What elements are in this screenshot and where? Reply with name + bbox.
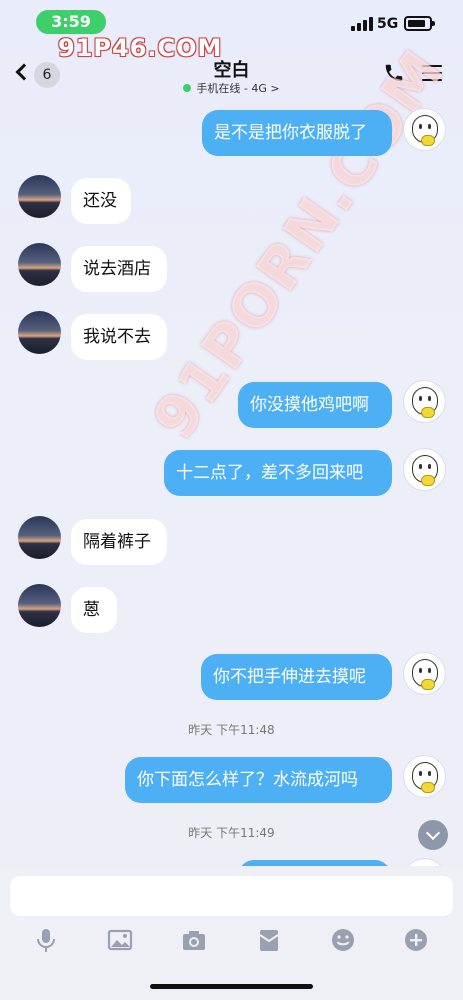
message-bubble-outgoing[interactable]: 你没摸他鸡吧啊 [238, 382, 392, 428]
contact-avatar[interactable] [18, 311, 61, 354]
message-bubble-outgoing[interactable]: 是不是把你衣服脱了 [202, 110, 392, 156]
message-bubble-outgoing[interactable]: 你下面怎么样了？水流成河吗 [125, 757, 392, 803]
my-avatar[interactable] [403, 652, 446, 695]
message-bubble-incoming[interactable]: 隔着裤子 [71, 519, 167, 565]
message-bubble-incoming[interactable]: 还没 [71, 178, 131, 224]
image-icon[interactable] [106, 926, 134, 954]
message-bubble-incoming[interactable]: 我说不去 [71, 314, 167, 360]
status-time[interactable]: 3:59 [36, 10, 106, 34]
microphone-icon[interactable] [32, 926, 60, 954]
signal-icon [351, 17, 373, 31]
home-indicator[interactable] [150, 984, 313, 989]
timestamp: 昨天 下午11:48 [188, 723, 275, 737]
contact-avatar[interactable] [18, 175, 61, 218]
watermark-top: 91P46.COM [58, 34, 223, 62]
plus-icon[interactable] [402, 926, 430, 954]
my-avatar[interactable] [403, 108, 446, 151]
camera-icon[interactable] [180, 926, 208, 954]
emoji-icon[interactable] [329, 926, 357, 954]
my-avatar[interactable] [403, 380, 446, 423]
input-area [0, 866, 463, 1000]
red-packet-icon[interactable] [255, 926, 283, 954]
message-bubble-incoming[interactable]: 蒽 [71, 587, 117, 633]
my-avatar[interactable] [403, 448, 446, 491]
my-avatar[interactable] [403, 755, 446, 798]
battery-icon [404, 16, 435, 31]
scroll-to-bottom-button[interactable] [418, 820, 448, 850]
message-bubble-outgoing[interactable]: 你不把手伸进去摸呢 [201, 654, 392, 700]
online-status-text: 手机在线 - 4G > [196, 82, 280, 95]
message-input[interactable] [10, 876, 453, 916]
timestamp: 昨天 下午11:49 [188, 826, 275, 840]
contact-avatar[interactable] [18, 516, 61, 559]
contact-avatar[interactable] [18, 584, 61, 627]
message-bubble-outgoing[interactable]: 十二点了，差不多回来吧 [164, 450, 392, 496]
network-type: 5G [377, 16, 399, 32]
message-bubble-incoming[interactable]: 说去酒店 [71, 246, 167, 292]
online-dot-icon [183, 84, 192, 92]
contact-avatar[interactable] [18, 243, 61, 286]
